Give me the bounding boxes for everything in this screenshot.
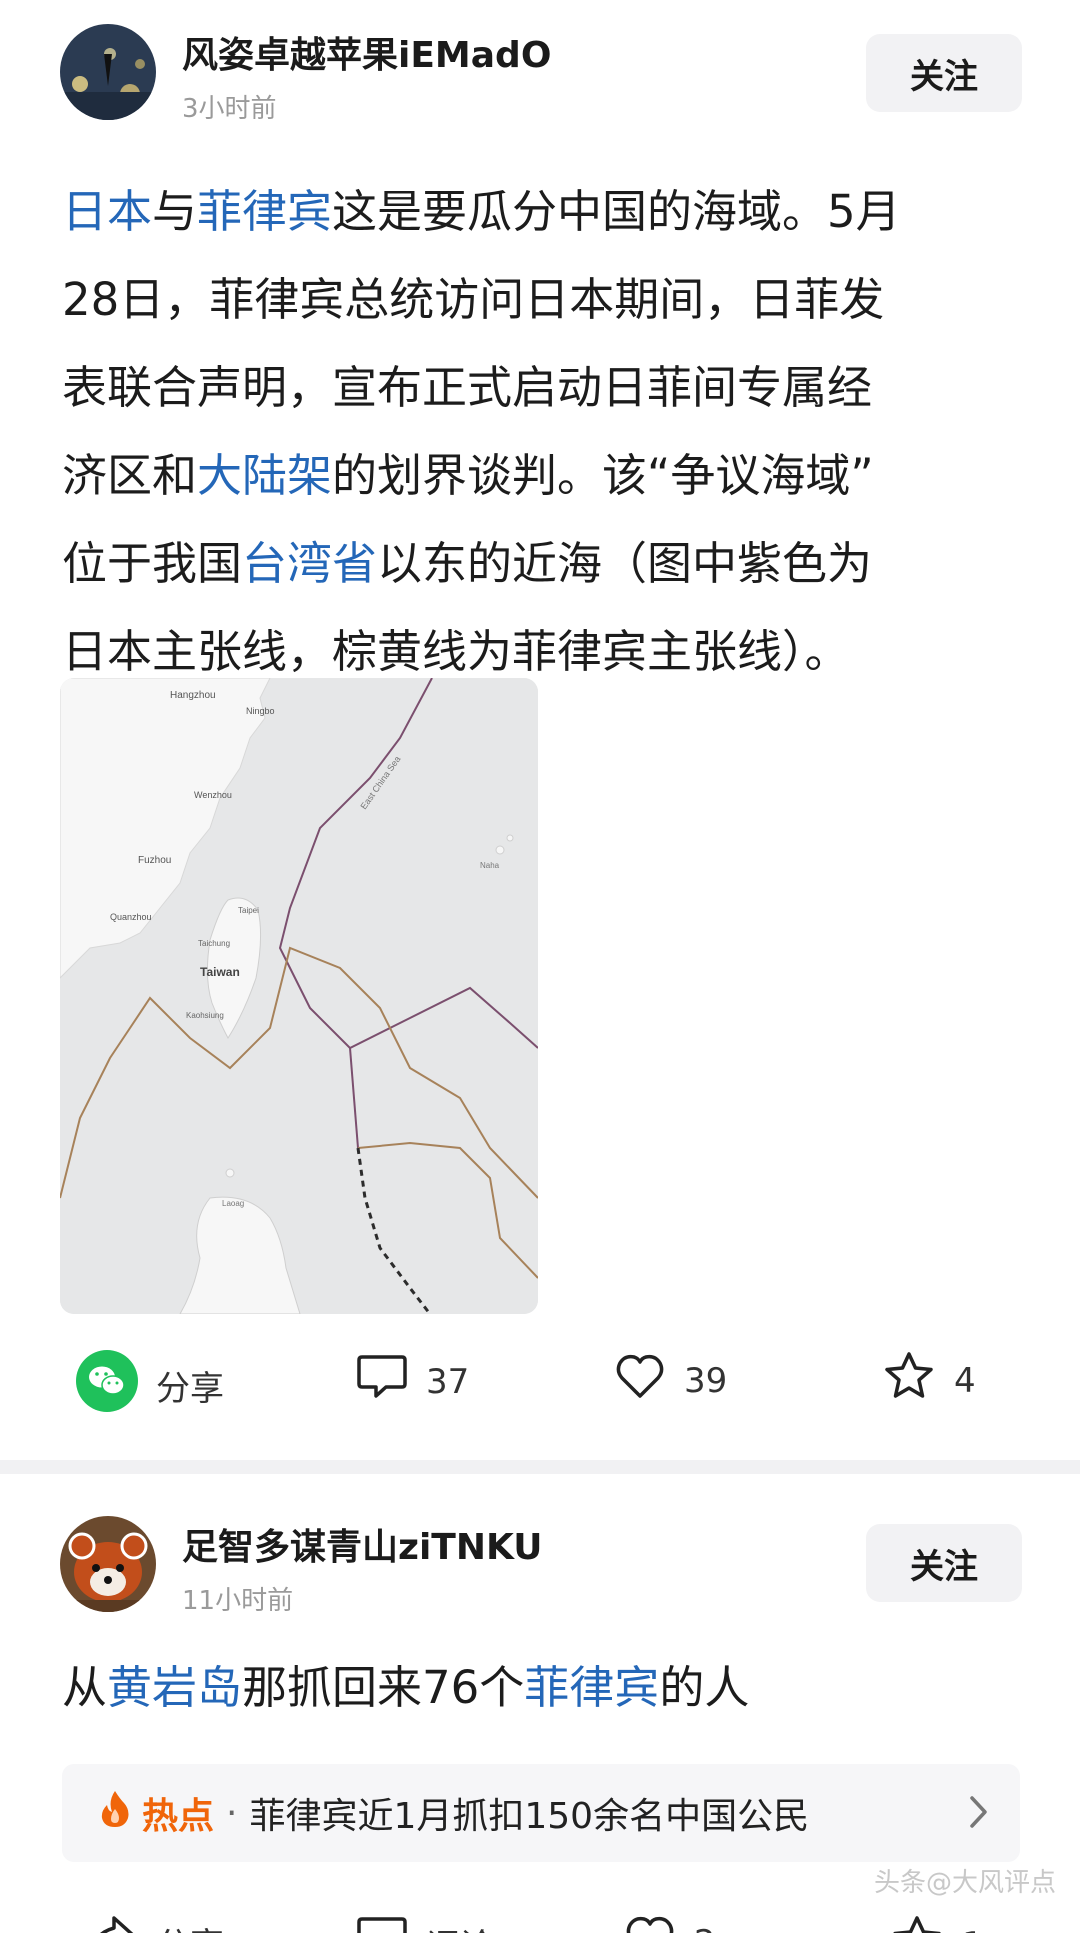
map-label: Naha [480, 861, 500, 870]
map-label: Ningbo [246, 706, 275, 716]
text-span: 的划界谈判。该“争议海域” [332, 449, 874, 502]
username[interactable]: 足智多谋青山ziTNKU [182, 1518, 542, 1570]
map-label: Quanzhou [110, 912, 152, 922]
topic-link[interactable]: 菲律宾 [197, 185, 332, 238]
text-line: 28日，菲律宾总统访问日本期间，日菲发 [62, 273, 885, 326]
text-line: 表联合声明，宣布正式启动日菲间专属经 [62, 361, 873, 414]
comment-count: 37 [426, 1361, 470, 1402]
share-label: 分享 [156, 1918, 224, 1933]
text-line: 日本与菲律宾这是要瓜分中国的海域。5月 [62, 168, 1022, 256]
text-span: 从 [62, 1661, 108, 1714]
text-span: 与 [152, 185, 198, 238]
hot-label: 热点 [142, 1796, 215, 1837]
flame-icon [98, 1789, 132, 1838]
text-span: 的人 [659, 1661, 750, 1714]
text-span: 济区和 [62, 449, 198, 502]
favorite-count: 1 [962, 1925, 984, 1933]
text-line: 从黄岩岛那抓回来76个菲律宾的人 [62, 1644, 1022, 1732]
favorite-count: 4 [954, 1360, 976, 1401]
favorite-button[interactable]: 1 [890, 1914, 984, 1933]
watermark: 头条@大风评点 [873, 1868, 1056, 1898]
like-button[interactable]: 39 [614, 1352, 727, 1409]
post-text: 日本与菲律宾这是要瓜分中国的海域。5月 28日，菲律宾总统访问日本期间，日菲发 … [62, 168, 1022, 696]
topic-link[interactable]: 大陆架 [197, 449, 332, 502]
comment-icon [356, 1914, 408, 1933]
avatar[interactable] [60, 24, 156, 120]
hot-topic-card[interactable]: 热点 · 菲律宾近1月抓扣150余名中国公民 [62, 1764, 1020, 1862]
map-label: Laoag [222, 1199, 244, 1208]
favorite-button[interactable]: 4 [882, 1350, 976, 1411]
topic-link[interactable]: 日本 [62, 185, 152, 238]
share-icon [86, 1914, 138, 1933]
topic-link[interactable]: 菲律宾 [524, 1661, 659, 1714]
post-divider [0, 1460, 1080, 1474]
star-icon [890, 1914, 944, 1933]
post-time: 11小时前 [182, 1586, 294, 1616]
comment-button[interactable]: 评论 [356, 1914, 494, 1933]
post-text: 从黄岩岛那抓回来76个菲律宾的人 [62, 1644, 1022, 1732]
text-line: 济区和大陆架的划界谈判。该“争议海域” [62, 432, 1022, 520]
map-image[interactable]: Hangzhou Ningbo Wenzhou Fuzhou Quanzhou … [60, 678, 538, 1314]
like-count: 2 [694, 1923, 716, 1933]
text-line: 位于我国台湾省以东的近海（图中紫色为 [62, 520, 1022, 608]
star-icon [882, 1350, 936, 1411]
wechat-icon [76, 1350, 138, 1421]
map-label: Taipei [238, 906, 259, 915]
post-time: 3小时前 [182, 94, 277, 124]
hot-title: 菲律宾近1月抓扣150余名中国公民 [249, 1796, 810, 1837]
like-button[interactable]: 2 [624, 1914, 716, 1933]
chevron-right-icon [968, 1794, 990, 1839]
share-button[interactable]: 分享 [86, 1914, 224, 1933]
topic-link[interactable]: 台湾省 [242, 537, 377, 590]
heart-icon [614, 1352, 666, 1409]
action-bar: 分享 评论 2 1 [0, 1894, 1080, 1933]
map-label: Fuzhou [138, 855, 171, 866]
share-button[interactable]: 分享 [76, 1350, 224, 1421]
text-span: 以东的近海（图中紫色为 [377, 537, 873, 590]
map-label: Kaohsiung [186, 1011, 224, 1020]
text-span: 这是要瓜分中国的海域。5月 [332, 185, 901, 238]
map-label: Taichung [198, 939, 230, 948]
separator-dot: · [226, 1792, 238, 1834]
action-bar: 分享 37 39 4 [0, 1332, 1080, 1422]
post-card: 风姿卓越苹果iEMadO 3小时前 关注 日本与菲律宾这是要瓜分中国的海域。5月… [0, 0, 1080, 1460]
comment-icon [356, 1352, 408, 1411]
map-label: Taiwan [200, 965, 240, 979]
text-span: 位于我国 [62, 537, 243, 590]
text-span: 那抓回来76个 [242, 1661, 525, 1714]
like-count: 39 [684, 1360, 728, 1401]
heart-icon [624, 1914, 676, 1933]
map-label: Hangzhou [170, 690, 216, 701]
comment-label: 评论 [426, 1919, 494, 1933]
comment-button[interactable]: 37 [356, 1352, 469, 1411]
follow-button[interactable]: 关注 [866, 1524, 1022, 1602]
map-label: Wenzhou [194, 790, 232, 800]
follow-button[interactable]: 关注 [866, 34, 1022, 112]
avatar[interactable] [60, 1516, 156, 1612]
share-label: 分享 [156, 1369, 224, 1409]
topic-link[interactable]: 黄岩岛 [107, 1661, 242, 1714]
username[interactable]: 风姿卓越苹果iEMadO [182, 26, 551, 78]
